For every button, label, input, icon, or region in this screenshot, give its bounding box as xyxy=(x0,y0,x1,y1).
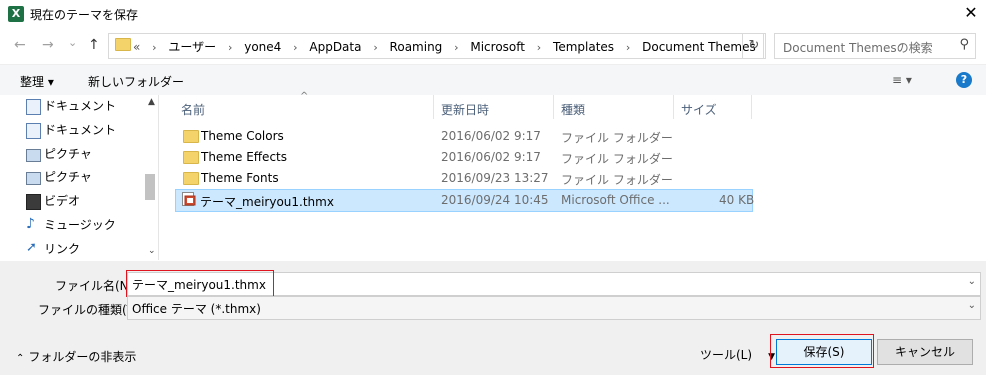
refresh-button[interactable]: ↻ xyxy=(742,33,766,59)
column-divider xyxy=(433,95,434,119)
sidebar-item-pictures[interactable]: ピクチャ xyxy=(26,143,92,165)
filetype-value: Office テーマ (*.thmx) xyxy=(132,302,261,316)
address-bar[interactable]: « › ユーザー › yone4 › AppData › Roaming › M… xyxy=(108,33,764,59)
file-name: Theme Effects xyxy=(201,150,287,164)
highlight-filename xyxy=(126,270,274,297)
folder-icon xyxy=(183,151,199,164)
back-arrow-icon[interactable]: ← xyxy=(14,37,26,53)
save-form: ファイル名(N): テーマ_meiryou1.thmx ⌄ ファイルの種類(T)… xyxy=(0,261,986,375)
column-header-name[interactable]: 名前 xyxy=(181,101,205,118)
file-date: 2016/09/23 13:27 xyxy=(441,171,549,185)
file-row-thmx-selected[interactable]: テーマ_meiryou1.thmx 2016/09/24 10:45 Micro… xyxy=(175,189,755,212)
dialog-title: 現在のテーマを保存 xyxy=(30,8,139,22)
breadcrumb-item[interactable]: Roaming xyxy=(390,40,443,54)
scroll-down-icon[interactable]: ⌄ xyxy=(148,246,156,256)
highlight-save xyxy=(770,334,874,368)
search-box[interactable]: Document Themesの検索 ⚲ xyxy=(774,33,976,59)
view-options-icon[interactable]: ≡ ▾ xyxy=(892,73,912,87)
chevron-up-icon: ⌃ xyxy=(16,353,25,364)
link-icon: ➚ xyxy=(26,240,37,255)
file-row-theme-colors[interactable]: Theme Colors 2016/06/02 9:17 ファイル フォルダー xyxy=(175,126,751,147)
file-type: ファイル フォルダー xyxy=(561,152,673,166)
document-icon xyxy=(26,123,41,139)
navigation-pane: ▲ ドキュメント ドキュメント ピクチャ ピクチャ ビデオ ♪ ミュージック ➚… xyxy=(0,95,159,260)
column-divider xyxy=(553,95,554,119)
filetype-select[interactable]: Office テーマ (*.thmx) ⌄ xyxy=(127,296,981,320)
help-icon[interactable]: ? xyxy=(956,72,972,88)
breadcrumb-item[interactable]: Document Themes xyxy=(642,40,756,54)
breadcrumb: « › ユーザー › yone4 › AppData › Roaming › M… xyxy=(133,40,756,54)
file-size: 40 KB xyxy=(719,193,755,207)
file-type: Microsoft Office ... xyxy=(561,193,670,207)
sidebar-item-music[interactable]: ♪ ミュージック xyxy=(26,214,116,236)
file-name: Theme Fonts xyxy=(201,171,279,185)
sidebar-item-documents[interactable]: ドキュメント xyxy=(26,119,116,141)
file-name: Theme Colors xyxy=(201,129,284,143)
music-icon: ♪ xyxy=(26,216,35,232)
file-name: テーマ_meiryou1.thmx xyxy=(200,195,334,209)
sidebar-item-documents[interactable]: ドキュメント xyxy=(26,95,116,117)
breadcrumb-item[interactable]: yone4 xyxy=(244,40,281,54)
file-date: 2016/06/02 9:17 xyxy=(441,129,541,143)
file-type: ファイル フォルダー xyxy=(561,173,673,187)
command-bar: 整理 ▾ 新しいフォルダー ≡ ▾ ? xyxy=(0,64,986,96)
breadcrumb-item[interactable]: AppData xyxy=(309,40,361,54)
file-row-theme-effects[interactable]: Theme Effects 2016/06/02 9:17 ファイル フォルダー xyxy=(175,147,751,168)
thmx-file-icon xyxy=(182,192,196,207)
breadcrumb-item[interactable]: Microsoft xyxy=(470,40,525,54)
folder-icon xyxy=(183,130,199,143)
organize-button[interactable]: 整理 ▾ xyxy=(20,73,54,90)
video-icon xyxy=(26,194,41,210)
breadcrumb-overflow[interactable]: « xyxy=(133,40,140,54)
search-icon[interactable]: ⚲ xyxy=(959,37,969,52)
file-date: 2016/06/02 9:17 xyxy=(441,150,541,164)
column-header-size[interactable]: サイズ xyxy=(681,101,717,118)
scrollbar-thumb[interactable] xyxy=(145,174,155,200)
breadcrumb-item[interactable]: ユーザー xyxy=(168,40,216,54)
picture-icon xyxy=(26,172,41,185)
file-type: ファイル フォルダー xyxy=(561,131,673,145)
new-folder-button[interactable]: 新しいフォルダー xyxy=(88,73,184,90)
title-bar: X 現在のテーマを保存 ✕ xyxy=(0,0,986,28)
excel-app-icon: X xyxy=(8,6,24,22)
sidebar-item-pictures[interactable]: ピクチャ xyxy=(26,166,92,188)
file-date: 2016/09/24 10:45 xyxy=(441,193,549,207)
picture-icon xyxy=(26,149,41,162)
column-divider xyxy=(673,95,674,119)
hide-folders-button[interactable]: ⌃ フォルダーの非表示 xyxy=(16,348,136,365)
file-list: ^ 名前 更新日時 種類 サイズ Theme Colors 2016/06/02… xyxy=(159,91,986,260)
folder-icon xyxy=(115,38,131,51)
folder-icon xyxy=(183,172,199,185)
history-chevron-icon[interactable]: ⌄ xyxy=(68,36,77,49)
up-arrow-icon[interactable]: ↑ xyxy=(88,37,100,53)
chevron-down-icon[interactable]: ⌄ xyxy=(968,300,976,311)
forward-arrow-icon[interactable]: → xyxy=(42,37,54,53)
sidebar-item-videos[interactable]: ビデオ xyxy=(26,190,80,212)
file-row-theme-fonts[interactable]: Theme Fonts 2016/09/23 13:27 ファイル フォルダー xyxy=(175,168,751,189)
tools-button[interactable]: ツール(L) ▼ xyxy=(700,346,775,363)
document-icon xyxy=(26,99,41,115)
sidebar-item-links[interactable]: ➚ リンク xyxy=(26,238,80,260)
scroll-up-icon[interactable]: ▲ xyxy=(148,97,155,107)
search-input[interactable]: Document Themesの検索 xyxy=(783,39,933,56)
close-button[interactable]: ✕ xyxy=(960,2,982,24)
sort-ascending-icon: ^ xyxy=(300,91,309,102)
column-header-date[interactable]: 更新日時 xyxy=(441,101,489,118)
cancel-button[interactable]: キャンセル xyxy=(877,339,973,365)
breadcrumb-item[interactable]: Templates xyxy=(553,40,614,54)
column-header-type[interactable]: 種類 xyxy=(561,101,585,118)
chevron-down-icon[interactable]: ⌄ xyxy=(968,276,976,287)
column-divider xyxy=(751,95,752,119)
